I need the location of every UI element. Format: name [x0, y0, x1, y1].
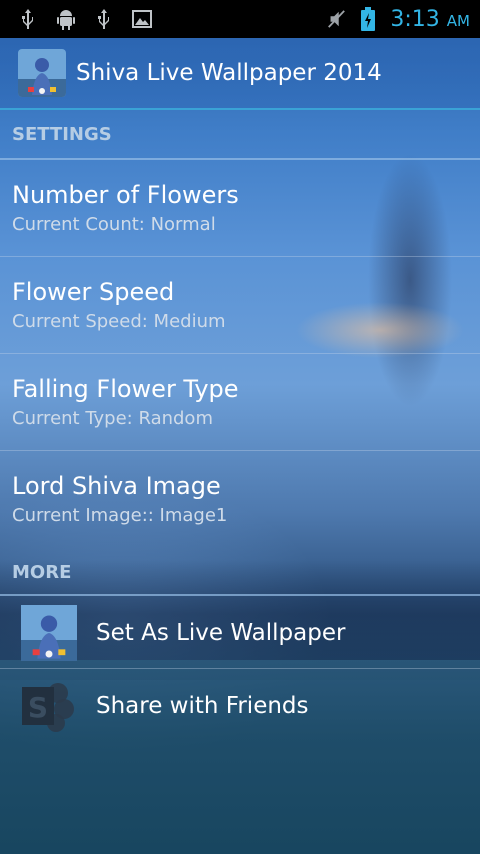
- pref-summary: Current Type: Random: [12, 408, 213, 429]
- pref-title: Number of Flowers: [12, 181, 239, 209]
- pref-number-of-flowers[interactable]: Number of Flowers Current Count: Normal: [0, 160, 480, 256]
- settings-section-header: SETTINGS: [12, 123, 112, 145]
- pref-title: Falling Flower Type: [12, 375, 239, 403]
- pref-title: Flower Speed: [12, 278, 175, 306]
- clock: 3:13 AM: [390, 6, 470, 32]
- shiva-app-icon[interactable]: [18, 49, 66, 97]
- pref-summary: Current Image:: Image1: [12, 505, 228, 526]
- section-divider: [0, 594, 480, 596]
- pref-lord-shiva-image[interactable]: Lord Shiva Image Current Image:: Image1: [0, 451, 480, 547]
- svg-text:S: S: [28, 691, 48, 724]
- pref-falling-flower-type[interactable]: Falling Flower Type Current Type: Random: [0, 354, 480, 450]
- list-divider: [0, 668, 480, 669]
- usb-icon: [18, 9, 38, 29]
- share-with-friends-button[interactable]: S Share with Friends: [0, 670, 480, 742]
- battery-icon: [358, 7, 378, 31]
- usb-icon: [94, 9, 114, 29]
- more-item-label: Share with Friends: [96, 693, 309, 719]
- more-section-header: MORE: [12, 561, 72, 583]
- mute-icon: [326, 9, 346, 29]
- status-bar: 3:13 AM: [0, 0, 480, 38]
- more-item-label: Set As Live Wallpaper: [96, 620, 346, 646]
- pref-summary: Current Speed: Medium: [12, 311, 226, 332]
- sharepoint-icon: S: [20, 677, 78, 735]
- set-live-wallpaper-button[interactable]: Set As Live Wallpaper: [0, 597, 480, 669]
- image-icon: [132, 9, 152, 29]
- app-title: Shiva Live Wallpaper 2014: [76, 60, 382, 86]
- shiva-app-icon: [20, 604, 78, 662]
- pref-summary: Current Count: Normal: [12, 214, 216, 235]
- pref-title: Lord Shiva Image: [12, 472, 221, 500]
- pref-flower-speed[interactable]: Flower Speed Current Speed: Medium: [0, 257, 480, 353]
- android-debug-icon: [56, 9, 76, 30]
- action-bar: Shiva Live Wallpaper 2014: [0, 38, 480, 110]
